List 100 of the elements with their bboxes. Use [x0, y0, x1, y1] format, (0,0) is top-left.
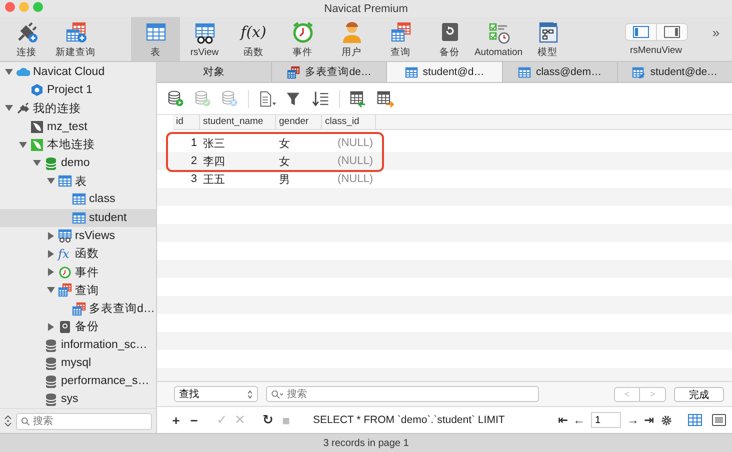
collapse-arrow-icon[interactable] — [32, 159, 40, 168]
toolbar-button[interactable]: 事件 — [278, 17, 327, 61]
column-header[interactable]: class_id — [322, 115, 376, 129]
collapse-arrow-icon[interactable] — [18, 140, 26, 149]
tree-item[interactable]: 本地连接 — [0, 136, 156, 154]
tree-item[interactable]: mysql — [0, 354, 156, 372]
backup-icon — [58, 320, 72, 334]
table-cell-text: 1 — [190, 137, 198, 149]
server-icon — [30, 138, 44, 152]
overflow-button[interactable]: » — [702, 17, 730, 61]
tree-item[interactable]: 备份 — [0, 318, 156, 336]
form-view-icon[interactable] — [712, 414, 726, 426]
sort-icon[interactable] — [312, 90, 330, 108]
page-nav-button[interactable]: ⇥ — [641, 413, 657, 427]
table-cell-text: (NULL) — [336, 173, 374, 185]
search-icon — [21, 416, 30, 426]
new-query-icon — [64, 20, 88, 44]
expand-arrow-icon[interactable] — [46, 232, 54, 240]
tree-item[interactable]: 查询 — [0, 281, 156, 300]
table-cell-text: 男 — [278, 172, 291, 186]
page-nav-button[interactable]: → — [625, 413, 641, 427]
server-icon — [30, 120, 44, 134]
toolbar-button[interactable]: f(x) 函数 — [229, 17, 278, 61]
window-title: Navicat Premium — [324, 2, 408, 14]
action-button[interactable]: + — [167, 412, 185, 428]
view-icon — [192, 20, 216, 44]
tree-item[interactable]: Project 1 — [0, 81, 156, 100]
done-button[interactable]: 完成 — [674, 386, 724, 402]
tab[interactable]: student@de… — [616, 62, 732, 82]
checklist-icon — [486, 20, 510, 44]
tree-item[interactable]: fx 函数 — [0, 244, 156, 264]
tree-item[interactable]: performance_s… — [0, 372, 156, 390]
tree-item[interactable]: class — [0, 190, 156, 208]
table-cell-text: 张三 — [202, 136, 226, 150]
tree-item[interactable]: Navicat Cloud — [0, 63, 156, 82]
tree-item[interactable]: demo — [0, 154, 156, 172]
export-icon[interactable] — [376, 90, 394, 108]
document-icon[interactable] — [258, 90, 276, 108]
column-header[interactable]: id — [173, 115, 200, 129]
toolbar-button[interactable]: 备份 — [425, 17, 474, 61]
tree-item[interactable]: rsViews — [0, 226, 156, 245]
tree-item[interactable]: 多表查询d… — [0, 299, 156, 318]
expand-arrow-icon[interactable] — [46, 250, 54, 258]
page-field[interactable]: 1 — [591, 412, 621, 428]
toolbar-label: rsMenuView — [630, 44, 682, 56]
database-icon — [44, 156, 58, 170]
page-nav-button[interactable]: ← — [571, 413, 587, 427]
column-header[interactable]: gender — [276, 115, 322, 129]
sql-query: SELECT * FROM `demo`.`student` LIMIT — [313, 414, 506, 426]
query-icon — [72, 302, 86, 316]
toolbar-button[interactable]: 新建查询 — [51, 17, 100, 61]
expand-arrow-icon[interactable] — [46, 268, 54, 276]
toolbar-button[interactable]: 模型 — [523, 17, 572, 61]
action-button[interactable]: − — [185, 412, 203, 428]
tab[interactable]: 对象 — [157, 62, 272, 82]
find-mode-dropdown[interactable]: 查找 — [174, 386, 258, 402]
tree-item[interactable]: mz_test — [0, 118, 156, 136]
action-button[interactable]: ↻ — [259, 412, 277, 428]
tree-item[interactable]: 我的连接 — [0, 99, 156, 118]
tab[interactable]: student@d… — [386, 62, 502, 82]
database-icon — [44, 356, 58, 370]
collapse-arrow-icon[interactable] — [4, 104, 12, 112]
table-icon — [72, 192, 86, 206]
database-run-icon[interactable] — [167, 90, 185, 108]
find-field[interactable]: 搜索 — [266, 386, 539, 402]
right-panel-icon — [664, 26, 680, 38]
toolbar-button[interactable]: 查询 — [376, 17, 425, 61]
toolbar-button[interactable]: 用户 — [327, 17, 376, 61]
tree-item[interactable]: student — [0, 208, 156, 227]
table-edit-icon — [632, 66, 646, 78]
collapse-arrow-icon[interactable] — [46, 286, 54, 294]
toolbar-button[interactable]: 表 — [131, 17, 180, 61]
sort-stepper-icon[interactable] — [4, 415, 12, 427]
tree-item[interactable]: information_sc… — [0, 336, 156, 354]
tree-item[interactable]: 事件 — [0, 263, 156, 282]
search-field[interactable]: 搜索 — [16, 412, 152, 430]
view-icon — [58, 228, 72, 243]
table-cell-text: 女 — [278, 136, 291, 150]
left-panel-icon — [632, 26, 648, 38]
page-nav-button[interactable]: ⇤ — [555, 413, 571, 427]
toolbar-button[interactable]: Automation — [474, 17, 523, 61]
toolbar-button[interactable]: rsView — [180, 17, 229, 61]
grid-view-icon[interactable] — [688, 414, 702, 426]
hexagon-icon — [30, 83, 44, 98]
segmented-control[interactable] — [624, 22, 688, 40]
settings-icon[interactable] — [661, 414, 672, 426]
import-icon[interactable] — [349, 90, 367, 108]
function-icon: f(x) — [240, 20, 266, 44]
tree-item[interactable]: sys — [0, 390, 156, 408]
collapse-arrow-icon[interactable] — [4, 68, 12, 76]
tree-item[interactable]: 表 — [0, 172, 156, 190]
toolbar-button[interactable]: 连接 — [2, 17, 51, 61]
column-header[interactable]: student_name — [200, 115, 276, 129]
tab[interactable]: class@dem… — [502, 62, 617, 82]
table-icon — [404, 66, 418, 78]
table-icon — [518, 66, 531, 78]
status-text: 3 records in page 1 — [323, 438, 409, 448]
collapse-arrow-icon[interactable] — [46, 177, 54, 186]
table-cell-text: 3 — [190, 173, 198, 185]
expand-arrow-icon[interactable] — [46, 322, 54, 331]
